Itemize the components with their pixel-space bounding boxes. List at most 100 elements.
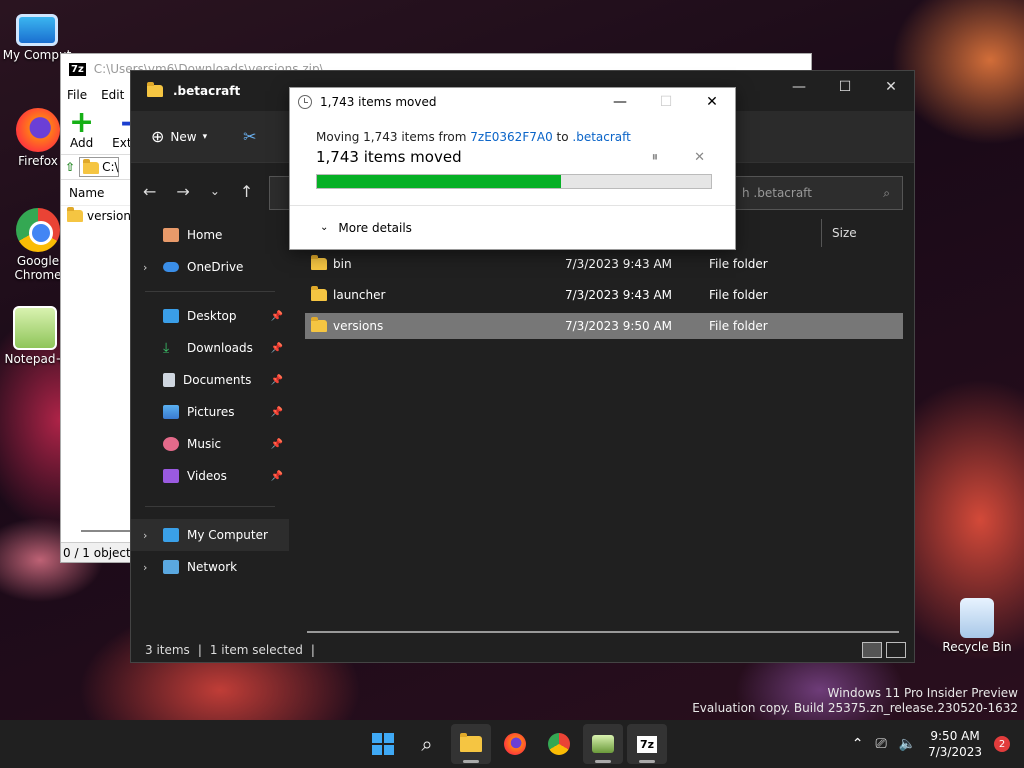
chevron-down-icon[interactable]: ⌄ — [210, 184, 220, 198]
horizontal-scrollbar[interactable] — [307, 631, 899, 633]
folder-icon — [311, 286, 327, 301]
sidebar-item-onedrive[interactable]: › OneDrive — [131, 251, 289, 283]
close-icon[interactable]: ✕ — [868, 71, 914, 103]
document-icon — [163, 373, 175, 387]
pin-icon[interactable]: 📌 — [271, 471, 283, 482]
music-icon — [163, 437, 179, 451]
pin-icon[interactable]: 📌 — [271, 407, 283, 418]
sidebar-item-pictures[interactable]: Pictures 📌 — [131, 396, 289, 428]
maximize-icon[interactable]: ☐ — [822, 71, 868, 103]
clock-icon — [298, 95, 312, 109]
chevron-right-icon[interactable]: › — [143, 261, 147, 274]
sidebar-item-documents[interactable]: Documents 📌 — [131, 364, 289, 396]
back-arrow-icon[interactable]: ← — [143, 182, 156, 201]
destination-link[interactable]: .betacraft — [572, 130, 630, 144]
sidebar-item-network[interactable]: › Network — [131, 551, 289, 583]
sidebar-item-home[interactable]: Home — [131, 219, 289, 251]
table-row[interactable]: versions 7/3/2023 9:50 AM File folder — [305, 313, 903, 339]
menu-edit[interactable]: Edit — [101, 88, 124, 102]
7zip-logo-icon: 7z — [636, 735, 658, 753]
taskbar-firefox[interactable] — [495, 724, 535, 764]
column-header-size[interactable]: Size — [821, 219, 911, 247]
sidebar-item-downloads[interactable]: ⤓ Downloads 📌 — [131, 332, 289, 364]
cut-icon[interactable]: ✂ — [243, 127, 256, 146]
search-input[interactable]: h .betacraft ⌕ — [735, 176, 903, 210]
navigation-pane: Home › OneDrive Desktop 📌 ⤓ Downloads 📌 … — [131, 219, 289, 639]
file-date: 7/3/2023 9:43 AM — [565, 257, 673, 271]
pictures-icon — [163, 405, 179, 419]
up-arrow-icon[interactable]: ↑ — [240, 182, 253, 201]
up-arrow-icon[interactable]: ⇧ — [65, 160, 75, 174]
add-button[interactable]: + Add — [69, 108, 94, 151]
table-row[interactable]: launcher 7/3/2023 9:43 AM File folder — [305, 282, 903, 308]
firefox-icon — [504, 733, 526, 755]
sidebar-item-music[interactable]: Music 📌 — [131, 428, 289, 460]
pin-icon[interactable]: 📌 — [271, 311, 283, 322]
status-selected: 1 item selected — [209, 643, 303, 657]
dialog-window-controls: — ☐ ✕ — [597, 88, 735, 116]
file-type: File folder — [709, 319, 768, 333]
new-button[interactable]: ⊕ New ▾ — [151, 127, 207, 146]
folder-icon — [147, 82, 163, 97]
taskbar-clock[interactable]: 9:50 AM 7/3/2023 — [928, 728, 982, 760]
pause-icon[interactable]: ⏸ — [652, 150, 659, 165]
taskbar-file-explorer[interactable] — [451, 724, 491, 764]
move-progress-dialog[interactable]: 1,743 items moved — ☐ ✕ Moving 1,743 ite… — [289, 87, 736, 250]
dialog-title: 1,743 items moved — [320, 95, 437, 109]
clock-date: 7/3/2023 — [928, 745, 982, 759]
close-icon[interactable]: ✕ — [689, 88, 735, 116]
taskbar-notepadpp[interactable] — [583, 724, 623, 764]
tiles-view-icon[interactable] — [886, 642, 906, 658]
details-view-icon[interactable] — [862, 642, 882, 658]
file-date: 7/3/2023 9:43 AM — [565, 288, 673, 302]
cancel-icon[interactable]: ✕ — [694, 150, 705, 165]
folder-icon — [311, 317, 327, 332]
file-date: 7/3/2023 9:50 AM — [565, 319, 673, 333]
explorer-status-bar: 3 items | 1 item selected | — [131, 638, 914, 662]
chrome-icon — [16, 208, 60, 252]
table-row[interactable]: bin 7/3/2023 9:43 AM File folder — [305, 251, 903, 277]
move-description: Moving 1,743 items from 7zE0362F7A0 to .… — [316, 130, 631, 144]
forward-arrow-icon[interactable]: → — [176, 182, 189, 201]
sidebar-item-videos[interactable]: Videos 📌 — [131, 460, 289, 492]
source-link[interactable]: 7zE0362F7A0 — [470, 130, 552, 144]
notification-badge[interactable]: 2 — [994, 736, 1010, 752]
taskbar-chrome[interactable] — [539, 724, 579, 764]
download-icon: ⤓ — [163, 340, 170, 356]
add-button-label: Add — [69, 136, 94, 150]
chevron-right-icon[interactable]: › — [143, 561, 147, 574]
desktop-icon-recycle-bin[interactable]: Recycle Bin — [940, 598, 1014, 654]
taskbar-apps: ⌕ 7z — [363, 720, 667, 768]
taskbar-7zip[interactable]: 7z — [627, 724, 667, 764]
videos-icon — [163, 469, 179, 483]
pin-icon[interactable]: 📌 — [271, 375, 283, 386]
plus-circle-icon: ⊕ — [151, 127, 165, 146]
search-icon: ⌕ — [883, 185, 890, 200]
search-button[interactable]: ⌕ — [407, 724, 447, 764]
minimize-icon[interactable]: — — [776, 71, 822, 103]
volume-icon[interactable]: 🔈 — [899, 736, 916, 752]
menu-file[interactable]: File — [67, 88, 87, 102]
more-details-label: More details — [338, 220, 412, 235]
minimize-icon[interactable]: — — [597, 88, 643, 116]
file-name: bin — [333, 257, 352, 271]
chevron-right-icon[interactable]: › — [143, 529, 147, 542]
file-type: File folder — [709, 257, 768, 271]
network-status-icon[interactable]: ⎚ — [875, 736, 886, 752]
chevron-up-icon[interactable]: ⌃ — [852, 736, 864, 752]
explorer-title: .betacraft — [173, 84, 241, 98]
monitor-icon — [16, 14, 58, 46]
sidebar-item-desktop[interactable]: Desktop 📌 — [131, 300, 289, 332]
progress-headline: 1,743 items moved — [316, 148, 462, 166]
folder-icon — [460, 733, 482, 752]
file-type: File folder — [709, 288, 768, 302]
pin-icon[interactable]: 📌 — [271, 343, 283, 354]
sidebar-item-my-computer[interactable]: › My Computer — [131, 519, 289, 551]
more-details-button[interactable]: ⌄ More details — [290, 205, 735, 249]
7zip-address-input[interactable]: C:\ — [79, 157, 120, 177]
progress-bar-fill — [317, 175, 562, 188]
start-button[interactable] — [363, 724, 403, 764]
pin-icon[interactable]: 📌 — [271, 439, 283, 450]
7zip-horizontal-scrollbar[interactable] — [81, 530, 131, 532]
maximize-icon: ☐ — [659, 94, 673, 110]
